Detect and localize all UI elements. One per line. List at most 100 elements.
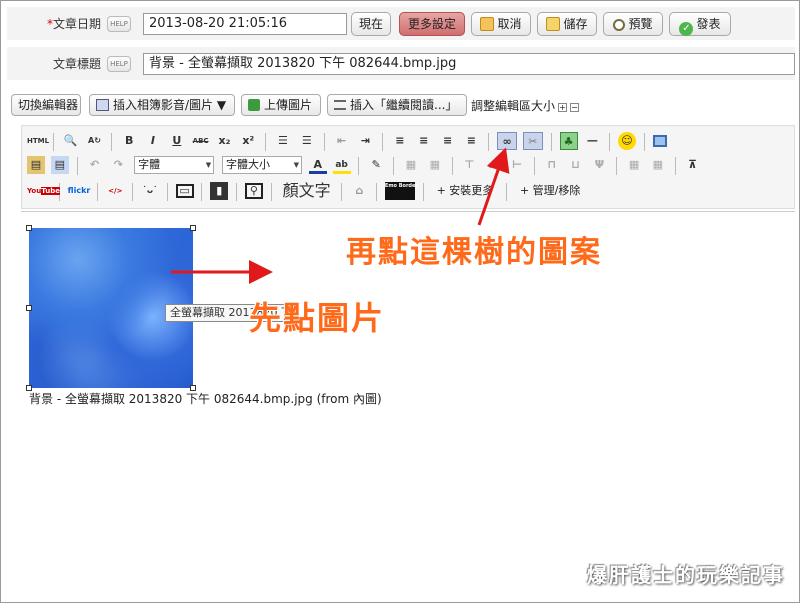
blog-editor-window: *文章日期 HELP 2013-08-20 21:05:16 現在 更多設定 取… xyxy=(0,0,800,603)
toolbar-separator xyxy=(358,157,360,175)
split-cells-icon[interactable]: ▦ xyxy=(649,156,667,174)
emoticon-icon[interactable]: ˙ᴗ˙ xyxy=(141,182,159,200)
bold-icon[interactable]: B xyxy=(120,132,138,150)
paste-word-icon[interactable]: ▤ xyxy=(50,156,69,174)
install-more-button[interactable]: + 安裝更多 xyxy=(433,181,498,201)
font-select[interactable]: 字體 xyxy=(134,156,215,174)
outdent-icon[interactable]: ⇤ xyxy=(332,132,350,150)
highlight-color-icon[interactable]: ab xyxy=(332,156,351,174)
insert-media-button[interactable]: 插入相簿影音/圖片 ▼ xyxy=(89,94,235,116)
col-after-icon[interactable]: ⊔ xyxy=(567,156,585,174)
toolbar-row-3: YouTube flickr </> ˙ᴗ˙ ▭ ▮ ⚲ 顏文字 ⌂ Emo B… xyxy=(26,180,586,204)
italic-icon[interactable]: I xyxy=(144,132,162,150)
subscript-icon[interactable]: x₂ xyxy=(215,132,233,150)
paste-icon[interactable]: ▤ xyxy=(27,156,45,174)
toolbar-separator xyxy=(393,157,395,175)
title-input[interactable]: 背景 - 全螢幕擷取 2013820 下午 082644.bmp.jpg xyxy=(143,53,795,75)
edit-icon[interactable]: ✎ xyxy=(367,156,385,174)
delete-row-icon[interactable]: ⊢ xyxy=(508,156,526,174)
numbered-list-icon[interactable]: ☰ xyxy=(274,132,292,150)
undo-icon[interactable]: ↶ xyxy=(85,156,103,174)
underline-icon[interactable]: U xyxy=(168,132,186,150)
flickr-icon[interactable]: flickr xyxy=(68,182,91,200)
toolbar-separator xyxy=(76,157,78,175)
resize-handle-l[interactable] xyxy=(26,305,32,311)
toolbar-separator xyxy=(506,183,508,201)
toolbar-separator xyxy=(132,183,134,201)
upload-image-button[interactable]: 上傳圖片 xyxy=(241,94,321,116)
code-block-icon[interactable]: ▭ xyxy=(175,184,194,198)
cancel-button[interactable]: 取消 xyxy=(471,12,531,36)
map-pin-icon[interactable]: ⚲ xyxy=(244,183,263,199)
now-button[interactable]: 現在 xyxy=(351,12,391,36)
link-icon[interactable]: ∞ xyxy=(497,132,518,150)
col-before-icon[interactable]: ⊓ xyxy=(543,156,561,174)
plus-icon: + xyxy=(519,184,530,197)
align-right-icon[interactable]: ≡ xyxy=(439,132,457,150)
chevron-down-icon: ▼ xyxy=(216,98,227,112)
resize-handle-tr[interactable] xyxy=(190,225,196,231)
align-center-icon[interactable]: ≡ xyxy=(415,132,433,150)
toolbar-separator xyxy=(451,157,453,175)
table-props-icon[interactable]: ▦ xyxy=(426,156,444,174)
redo-icon[interactable]: ↷ xyxy=(109,156,127,174)
toolbar-separator xyxy=(422,183,424,201)
annotation-step-1: 先點圖片 xyxy=(249,299,386,337)
title-help-button[interactable]: HELP xyxy=(107,56,131,72)
row-after-icon[interactable]: ⊥ xyxy=(484,156,502,174)
replace-icon[interactable]: A↻ xyxy=(85,132,103,150)
save-button[interactable]: 儲存 xyxy=(537,12,597,36)
manage-remove-button[interactable]: + 管理/移除 xyxy=(516,181,584,201)
indent-icon[interactable]: ⇥ xyxy=(356,132,374,150)
resize-handle-tl[interactable] xyxy=(26,225,32,231)
font-size-select[interactable]: 字體大小 xyxy=(221,156,302,174)
emoji-border-icon[interactable]: Emo Border xyxy=(384,182,418,200)
date-input[interactable]: 2013-08-20 21:05:16 xyxy=(143,13,347,35)
html-icon[interactable]: HTML xyxy=(27,132,49,150)
toolbar-row-1: HTML 🔍 A↻ B I U ABC x₂ x² ☰ ☰ ⇤ ⇥ ≡ ≡ ≡ … xyxy=(26,130,668,154)
insert-read-more-button[interactable]: 插入「繼續閱讀...」 xyxy=(327,94,467,116)
merge-cells-icon[interactable]: ▦ xyxy=(625,156,643,174)
html-code-icon[interactable]: </> xyxy=(106,182,124,200)
tree-image-icon[interactable]: ♣ xyxy=(559,132,578,150)
superscript-icon[interactable]: x² xyxy=(239,132,257,150)
check-icon: ✓ xyxy=(679,22,694,36)
justify-icon[interactable]: ≡ xyxy=(462,132,480,150)
youtube-icon[interactable]: YouTube xyxy=(27,182,60,200)
row-before-icon[interactable]: ⊤ xyxy=(460,156,478,174)
preview-button[interactable]: 預覽 xyxy=(603,12,663,36)
delete-col-icon[interactable]: Ψ xyxy=(590,156,608,174)
fullscreen-icon[interactable] xyxy=(652,135,667,147)
toolbar-separator xyxy=(382,133,384,151)
text-color-icon[interactable]: A xyxy=(308,156,327,174)
toolbar-separator xyxy=(52,133,54,151)
toolbar-separator xyxy=(550,133,552,151)
expand-icon[interactable]: + xyxy=(558,103,568,112)
upload-icon xyxy=(248,99,260,111)
date-help-button[interactable]: HELP xyxy=(107,16,131,32)
table-icon[interactable]: ▦ xyxy=(402,156,420,174)
smiley-icon[interactable]: ☺ xyxy=(618,132,637,150)
collapse-icon[interactable]: − xyxy=(570,103,580,112)
toolbar-separator xyxy=(674,157,676,175)
unlink-icon[interactable]: ✂ xyxy=(522,132,543,150)
spacing-icon[interactable]: ⊼ xyxy=(684,156,702,174)
switch-editor-button[interactable]: 切換編輯器 xyxy=(11,94,81,116)
align-left-icon[interactable]: ≡ xyxy=(391,132,409,150)
find-icon[interactable]: 🔍 xyxy=(62,132,80,150)
publish-button[interactable]: ✓ 發表 xyxy=(669,12,731,36)
more-settings-button[interactable]: 更多設定 xyxy=(399,12,465,36)
plus-icon: + xyxy=(436,184,446,197)
magnifier-icon xyxy=(613,19,626,31)
annotation-step-2: 再點這棵樹的圖案 xyxy=(346,235,602,270)
toolbar-separator xyxy=(616,157,618,175)
editor-toolbar: HTML 🔍 A↻ B I U ABC x₂ x² ☰ ☰ ⇤ ⇥ ≡ ≡ ≡ … xyxy=(21,125,795,209)
film-icon[interactable]: ▮ xyxy=(210,182,229,200)
toolbar-separator xyxy=(533,157,535,175)
bullet-list-icon[interactable]: ☰ xyxy=(298,132,316,150)
watermark: 爆肝護士的玩樂記事 xyxy=(587,563,785,587)
color-text-icon[interactable]: 顏文字 xyxy=(280,182,334,200)
strikethrough-icon[interactable]: ABC xyxy=(192,132,210,150)
cake-icon[interactable]: ⌂ xyxy=(350,182,368,200)
horizontal-rule-icon[interactable]: — xyxy=(583,132,601,150)
